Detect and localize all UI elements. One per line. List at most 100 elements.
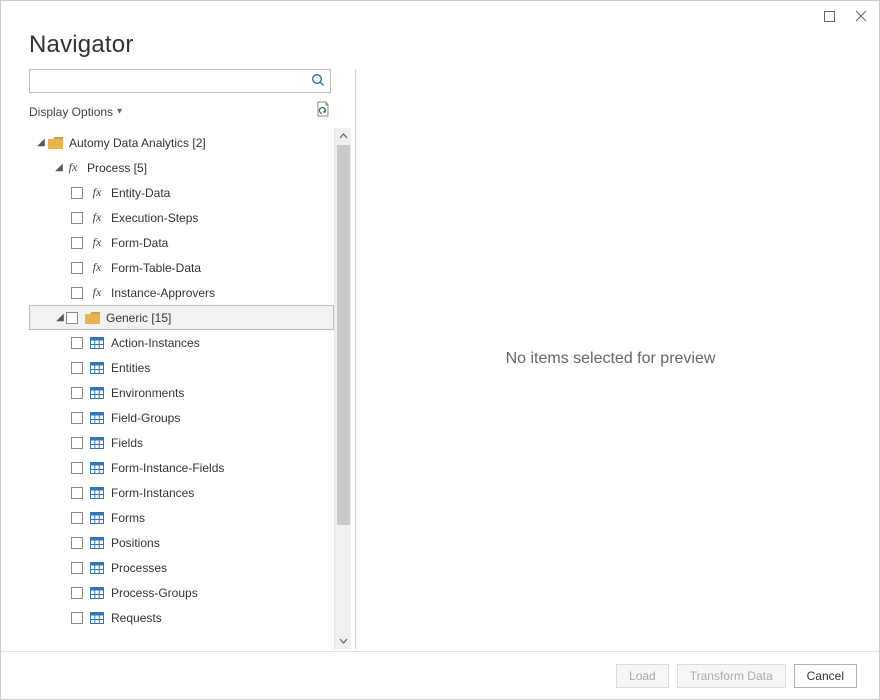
tree-node-label: Action-Instances xyxy=(111,336,200,350)
tree-node-label: Form-Instances xyxy=(111,486,194,500)
checkbox[interactable] xyxy=(71,287,83,299)
checkbox[interactable] xyxy=(71,562,83,574)
table-icon xyxy=(89,435,105,451)
tree-scrollbar[interactable] xyxy=(334,128,351,649)
table-icon xyxy=(89,460,105,476)
tree-node-processes[interactable]: Processes xyxy=(29,555,334,580)
window-close-button[interactable] xyxy=(851,6,871,26)
cancel-button[interactable]: Cancel xyxy=(794,664,857,688)
checkbox[interactable] xyxy=(71,212,83,224)
tree-node-label: Entities xyxy=(111,361,150,375)
table-icon xyxy=(89,485,105,501)
search-input[interactable] xyxy=(29,69,331,93)
tree-node-label: Generic [15] xyxy=(106,311,171,325)
checkbox[interactable] xyxy=(71,537,83,549)
table-icon xyxy=(89,535,105,551)
preview-empty-message: No items selected for preview xyxy=(506,350,716,368)
caret-down-icon: ▾ xyxy=(117,106,122,117)
tree-node-fields[interactable]: Fields xyxy=(29,430,334,455)
expander-icon[interactable]: ◢ xyxy=(35,137,47,148)
transform-data-button[interactable]: Transform Data xyxy=(677,664,786,688)
load-button[interactable]: Load xyxy=(616,664,669,688)
tree-node-label: Form-Instance-Fields xyxy=(111,461,224,475)
tree-node-form-instance-fields[interactable]: Form-Instance-Fields xyxy=(29,455,334,480)
checkbox[interactable] xyxy=(71,462,83,474)
checkbox[interactable] xyxy=(71,512,83,524)
fx-icon: fx xyxy=(89,260,105,276)
tree-node-form-table-data[interactable]: fx Form-Table-Data xyxy=(29,255,334,280)
search-icon[interactable] xyxy=(311,73,325,92)
tree-node-form-instances[interactable]: Form-Instances xyxy=(29,480,334,505)
dialog-title: Navigator xyxy=(29,31,853,59)
tree-node-action-instances[interactable]: Action-Instances xyxy=(29,330,334,355)
tree-node-field-groups[interactable]: Field-Groups xyxy=(29,405,334,430)
fx-icon: fx xyxy=(89,185,105,201)
window-titlebar xyxy=(1,1,879,31)
checkbox[interactable] xyxy=(71,612,83,624)
tree-node-label: Requests xyxy=(111,611,162,625)
tree-node-entities[interactable]: Entities xyxy=(29,355,334,380)
tree-viewport: ◢ Automy Data Analytics [2] ◢ fx Process… xyxy=(29,128,351,649)
tree-node-label: Forms xyxy=(111,511,145,525)
checkbox[interactable] xyxy=(71,587,83,599)
search-row xyxy=(29,69,351,93)
tree-node-forms[interactable]: Forms xyxy=(29,505,334,530)
tree-node-label: Automy Data Analytics [2] xyxy=(69,136,206,150)
checkbox[interactable] xyxy=(71,237,83,249)
tree-node-label: Processes xyxy=(111,561,167,575)
dialog-header: Navigator xyxy=(1,31,879,69)
table-icon xyxy=(89,510,105,526)
tree-node-requests[interactable]: Requests xyxy=(29,605,334,630)
navigator-tree[interactable]: ◢ Automy Data Analytics [2] ◢ fx Process… xyxy=(29,128,334,649)
tree-node-process-groups[interactable]: Process-Groups xyxy=(29,580,334,605)
tree-node-generic[interactable]: ◢ Generic [15] xyxy=(29,305,334,330)
pane-divider[interactable] xyxy=(355,69,356,649)
checkbox[interactable] xyxy=(71,387,83,399)
checkbox[interactable] xyxy=(66,312,78,324)
dialog-footer: Load Transform Data Cancel xyxy=(1,651,879,699)
checkbox[interactable] xyxy=(71,262,83,274)
checkbox[interactable] xyxy=(71,437,83,449)
options-row: Display Options ▾ xyxy=(29,101,351,122)
fx-icon: fx xyxy=(89,235,105,251)
tree-node-label: Environments xyxy=(111,386,184,400)
checkbox[interactable] xyxy=(71,487,83,499)
tree-node-root[interactable]: ◢ Automy Data Analytics [2] xyxy=(29,130,334,155)
folder-icon xyxy=(84,310,100,326)
tree-node-label: Entity-Data xyxy=(111,186,170,200)
table-icon xyxy=(89,585,105,601)
tree-node-label: Fields xyxy=(111,436,143,450)
tree-node-label: Form-Table-Data xyxy=(111,261,201,275)
expander-icon[interactable]: ◢ xyxy=(54,312,66,323)
tree-node-process[interactable]: ◢ fx Process [5] xyxy=(29,155,334,180)
refresh-icon[interactable] xyxy=(315,101,331,122)
table-icon xyxy=(89,385,105,401)
display-options-dropdown[interactable]: Display Options ▾ xyxy=(29,105,122,119)
display-options-label: Display Options xyxy=(29,105,113,119)
checkbox[interactable] xyxy=(71,337,83,349)
tree-node-entity-data[interactable]: fx Entity-Data xyxy=(29,180,334,205)
window-maximize-button[interactable] xyxy=(819,6,839,26)
tree-node-instance-approvers[interactable]: fx Instance-Approvers xyxy=(29,280,334,305)
tree-node-execution-steps[interactable]: fx Execution-Steps xyxy=(29,205,334,230)
tree-node-form-data[interactable]: fx Form-Data xyxy=(29,230,334,255)
tree-node-label: Form-Data xyxy=(111,236,168,250)
table-icon xyxy=(89,335,105,351)
tree-node-environments[interactable]: Environments xyxy=(29,380,334,405)
tree-node-label: Field-Groups xyxy=(111,411,180,425)
scroll-down-icon[interactable] xyxy=(335,632,352,649)
main-area: Display Options ▾ ◢ xyxy=(1,69,879,649)
checkbox[interactable] xyxy=(71,412,83,424)
tree-node-label: Execution-Steps xyxy=(111,211,198,225)
tree-node-label: Process-Groups xyxy=(111,586,198,600)
checkbox[interactable] xyxy=(71,362,83,374)
tree-node-label: Process [5] xyxy=(87,161,147,175)
scroll-thumb[interactable] xyxy=(337,145,350,525)
fx-icon: fx xyxy=(89,285,105,301)
checkbox[interactable] xyxy=(71,187,83,199)
tree-node-label: Positions xyxy=(111,536,160,550)
preview-pane: No items selected for preview xyxy=(360,69,861,649)
tree-node-positions[interactable]: Positions xyxy=(29,530,334,555)
scroll-up-icon[interactable] xyxy=(335,128,352,145)
expander-icon[interactable]: ◢ xyxy=(53,162,65,173)
